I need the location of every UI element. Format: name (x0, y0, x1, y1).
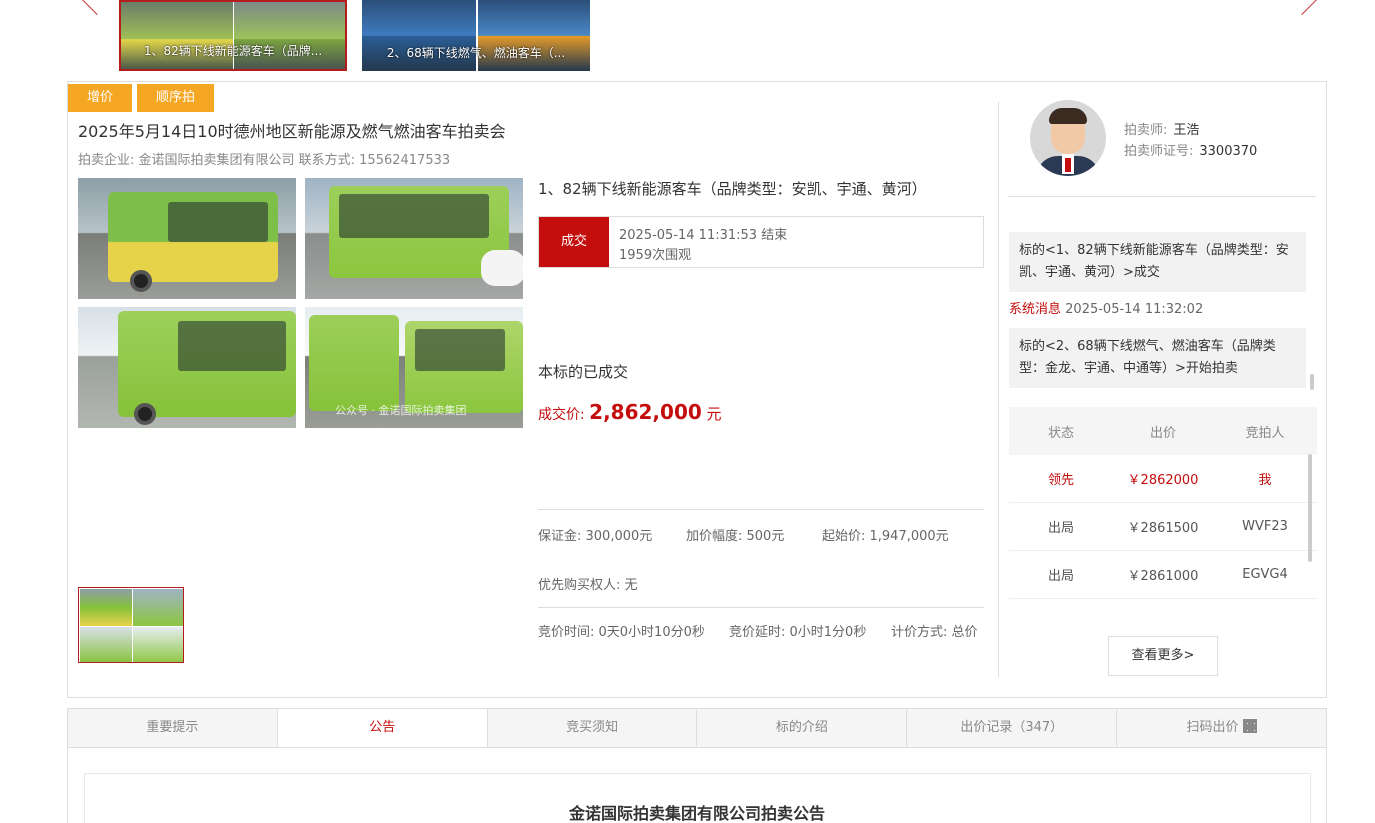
deposit-info: 保证金: 300,000元 (538, 529, 653, 544)
system-message-time: 2025-05-14 11:32:02 (1061, 302, 1204, 317)
divider (538, 607, 984, 608)
tab-announcement[interactable]: 公告 (277, 709, 488, 747)
column-header-price: 出价 (1149, 425, 1176, 441)
auctioneer-license-label: 拍卖师证号: (1124, 144, 1194, 159)
system-message-label: 系统消息 (1009, 302, 1062, 317)
lot-photo-2[interactable] (305, 178, 523, 299)
start-price-info: 起始价: 1,947,000元 (822, 529, 949, 544)
lot-status-box: 成交 2025-05-14 11:31:53 结束 1959次围观 (538, 216, 984, 268)
lot-carousel: 1、82辆下线新能源客车（品牌... 2、68辆下线燃气、燃油客车（... (0, 0, 1375, 72)
tab-bid-records[interactable]: 出价记录（347） (907, 709, 1118, 747)
lot-tags: 增价 顺序拍 (68, 84, 214, 112)
final-price-unit: 元 (701, 405, 722, 423)
auctioneer-license: 拍卖师证号: 3300370 (1124, 140, 1257, 159)
bid-status: 领先 (1047, 473, 1074, 488)
divider (538, 509, 984, 510)
tag-sequential-auction: 顺序拍 (137, 84, 214, 112)
table-row: 出局 ￥2861500 WVF23 (1009, 503, 1317, 551)
lot-sold-text: 本标的已成交 (538, 363, 629, 381)
qr-code-icon (1242, 719, 1257, 733)
table-row: 出局 ￥2861000 EGVG4 (1009, 551, 1317, 599)
column-divider (998, 102, 999, 677)
auctioneer-avatar (1030, 100, 1106, 176)
carousel-caption: 1、82辆下线新能源客车（品牌... (143, 44, 323, 58)
bid-table-scrollbar[interactable] (1308, 454, 1312, 562)
bid-bidder: EGVG4 (1242, 567, 1288, 582)
auctioneer-name: 拍卖师: 王浩 (1124, 119, 1199, 138)
status-badge: 成交 (539, 217, 609, 267)
tag-price-increase: 增价 (68, 84, 132, 112)
lot-detail-panel: 增价 顺序拍 2025年5月14日10时德州地区新能源及燃气燃油客车拍卖会 拍卖… (67, 81, 1327, 698)
carousel-next-arrow-icon[interactable] (1285, 0, 1319, 15)
lot-end-time: 2025-05-14 11:31:53 结束 (619, 228, 788, 243)
tab-scan-to-bid[interactable]: 扫码出价 (1117, 709, 1326, 747)
bid-bidder: 我 (1258, 473, 1272, 488)
photo-watermark: 公众号 · 金诺国际拍卖集团 (335, 404, 467, 417)
column-header-status: 状态 (1047, 425, 1074, 441)
tab-scan-to-bid-label: 扫码出价 (1186, 720, 1239, 735)
bid-status: 出局 (1047, 569, 1074, 584)
bid-record-table: 状态 出价 竞拍人 领先 ￥2862000 我 出局 ￥2861500 WVF2… (1009, 407, 1317, 599)
carousel-item-2[interactable]: 2、68辆下线燃气、燃油客车（... (362, 0, 590, 71)
lot-photo-1[interactable] (78, 178, 296, 299)
bid-status: 出局 (1047, 521, 1074, 536)
carousel-prev-arrow-icon[interactable] (80, 0, 114, 15)
table-row: 领先 ￥2862000 我 (1009, 455, 1317, 503)
auctioneer-name-label: 拍卖师: (1124, 123, 1168, 138)
divider (1008, 196, 1316, 197)
tab-content: 金诺国际拍卖集团有限公司拍卖公告 (67, 748, 1327, 823)
bid-price: ￥2862000 (1127, 473, 1199, 488)
tab-lot-introduction[interactable]: 标的介绍 (697, 709, 908, 747)
photo-thumbnail-strip[interactable] (78, 587, 184, 663)
view-more-button[interactable]: 查看更多> (1108, 636, 1218, 676)
final-price-label: 成交价: (538, 407, 590, 423)
pricing-method-info: 计价方式: 总价 (891, 625, 978, 640)
bid-price: ￥2861000 (1127, 569, 1199, 584)
increment-info: 加价幅度: 500元 (686, 529, 785, 544)
system-message-meta: 系统消息 2025-05-14 11:32:02 (1009, 298, 1203, 317)
auctioneer-name-value: 王浩 (1173, 123, 1200, 138)
carousel-item-1[interactable]: 1、82辆下线新能源客车（品牌... (119, 0, 347, 71)
announcement-title: 金诺国际拍卖集团有限公司拍卖公告 (568, 804, 825, 823)
detail-tabs: 重要提示 公告 竞买须知 标的介绍 出价记录（347） 扫码出价 (67, 708, 1327, 748)
auctioneer-license-value: 3300370 (1199, 144, 1258, 159)
final-price-value: 2,862,000 (589, 400, 702, 424)
carousel-caption: 2、68辆下线燃气、燃油客车（... (386, 46, 566, 60)
table-header: 状态 出价 竞拍人 (1009, 407, 1317, 455)
lot-title: 1、82辆下线新能源客车（品牌类型：安凯、宇通、黄河） (538, 180, 927, 198)
lot-photo-3[interactable] (78, 307, 296, 428)
column-header-bidder: 竞拍人 (1245, 425, 1285, 441)
bid-time-info: 竞价时间: 0天0小时10分0秒 (538, 625, 705, 640)
final-price: 成交价: 2,862,000 元 (538, 400, 722, 424)
priority-buyer-info: 优先购买权人: 无 (538, 578, 638, 593)
lot-view-count: 1959次围观 (619, 248, 692, 263)
message-item: 标的<2、68辆下线燃气、燃油客车（品牌类型：金龙、宇通、中通等）>开始拍卖 (1009, 328, 1306, 388)
message-item: 标的<1、82辆下线新能源客车（品牌类型：安凯、宇通、黄河）>成交 (1009, 232, 1306, 292)
bid-delay-info: 竞价延时: 0小时1分0秒 (729, 625, 867, 640)
lot-photo-4[interactable]: 公众号 · 金诺国际拍卖集团 (305, 307, 523, 428)
auction-title: 2025年5月14日10时德州地区新能源及燃气燃油客车拍卖会 (78, 122, 506, 141)
tab-bidding-rules[interactable]: 竞买须知 (488, 709, 698, 747)
lot-photo-gallery: 公众号 · 金诺国际拍卖集团 (78, 178, 524, 428)
message-scrollbar[interactable] (1310, 374, 1314, 390)
tab-important-notice[interactable]: 重要提示 (68, 709, 278, 747)
bid-price: ￥2861500 (1127, 521, 1199, 536)
bid-bidder: WVF23 (1242, 519, 1288, 534)
auction-company: 拍卖企业: 金诺国际拍卖集团有限公司 联系方式: 15562417533 (78, 153, 451, 168)
